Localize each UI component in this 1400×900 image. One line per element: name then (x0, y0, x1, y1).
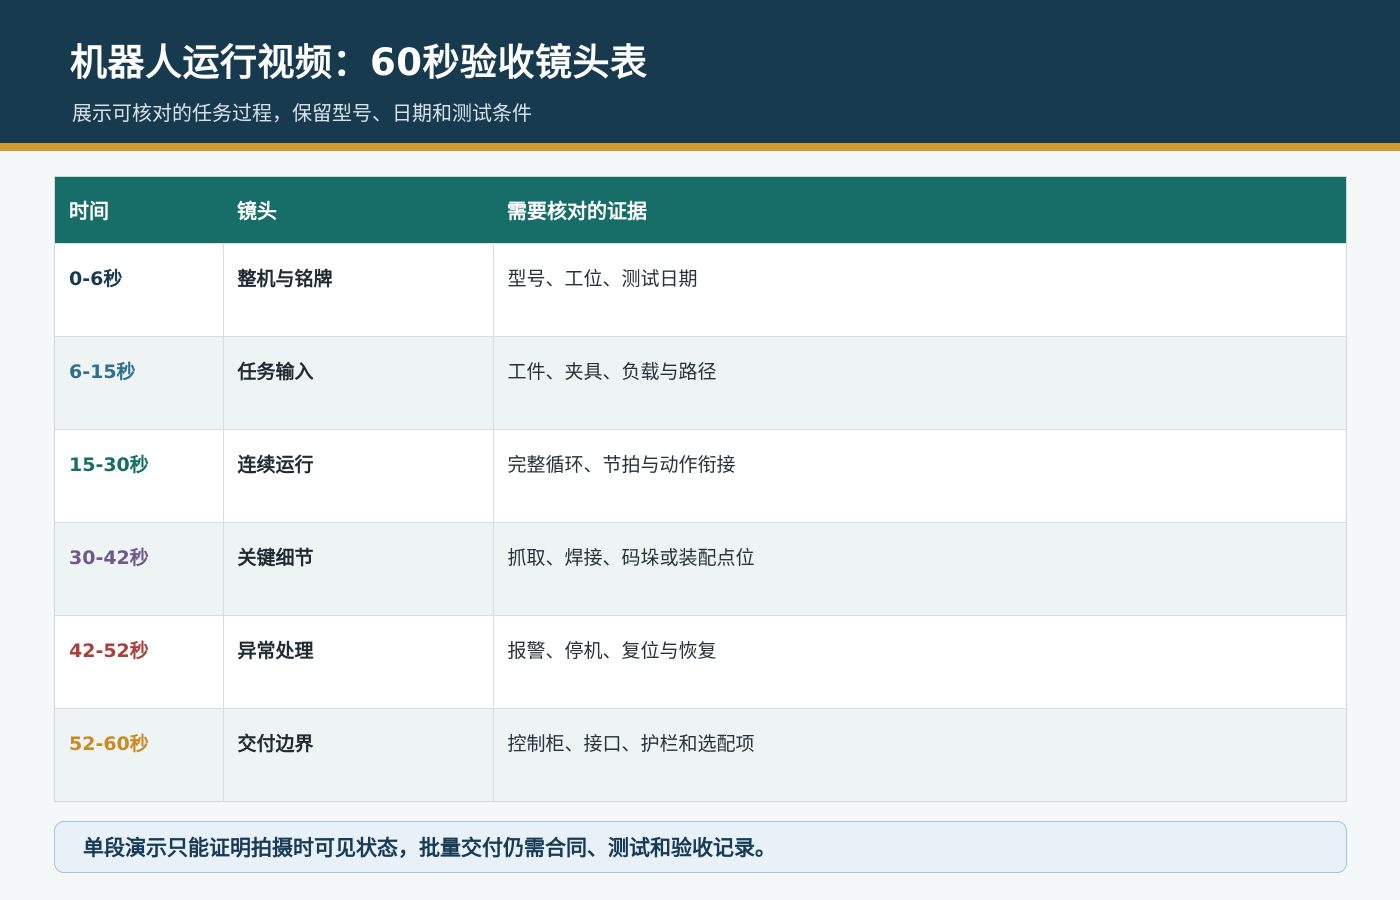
column-header-time: 时间 (69, 199, 109, 224)
accent-divider (0, 143, 1400, 151)
page-title: 机器人运行视频：60秒验收镜头表 (70, 41, 648, 84)
shot-list-table: 时间 镜头 需要核对的证据 0-6秒 整机与铭牌 型号、工位、测试日期 6-15… (54, 176, 1347, 802)
page-subtitle: 展示可核对的任务过程，保留型号、日期和测试条件 (72, 101, 532, 125)
page-header: 机器人运行视频：60秒验收镜头表 展示可核对的任务过程，保留型号、日期和测试条件 (0, 0, 1400, 143)
shot-cell: 交付边界 (222, 707, 493, 801)
evidence-cell: 报警、停机、复位与恢复 (492, 614, 1346, 708)
table-row: 6-15秒 任务输入 工件、夹具、负载与路径 (55, 335, 1346, 429)
time-cell: 0-6秒 (55, 242, 223, 336)
table-header-row: 时间 镜头 需要核对的证据 (55, 177, 1346, 243)
shot-cell: 任务输入 (222, 335, 493, 429)
disclaimer-note: 单段演示只能证明拍摄时可见状态，批量交付仍需合同、测试和验收记录。 (54, 821, 1347, 873)
table-row: 52-60秒 交付边界 控制柜、接口、护栏和选配项 (55, 707, 1346, 801)
time-cell: 15-30秒 (55, 428, 223, 522)
disclaimer-text: 单段演示只能证明拍摄时可见状态，批量交付仍需合同、测试和验收记录。 (83, 836, 776, 860)
time-cell: 30-42秒 (55, 521, 223, 615)
table-row: 0-6秒 整机与铭牌 型号、工位、测试日期 (55, 242, 1346, 336)
evidence-cell: 抓取、焊接、码垛或装配点位 (492, 521, 1346, 615)
evidence-cell: 控制柜、接口、护栏和选配项 (492, 707, 1346, 801)
table-row: 15-30秒 连续运行 完整循环、节拍与动作衔接 (55, 428, 1346, 522)
column-header-shot: 镜头 (237, 199, 277, 224)
column-header-evidence: 需要核对的证据 (507, 199, 647, 224)
time-cell: 6-15秒 (55, 335, 223, 429)
evidence-cell: 型号、工位、测试日期 (492, 242, 1346, 336)
time-cell: 42-52秒 (55, 614, 223, 708)
table-row: 30-42秒 关键细节 抓取、焊接、码垛或装配点位 (55, 521, 1346, 615)
shot-cell: 关键细节 (222, 521, 493, 615)
evidence-cell: 工件、夹具、负载与路径 (492, 335, 1346, 429)
table-row: 42-52秒 异常处理 报警、停机、复位与恢复 (55, 614, 1346, 708)
shot-cell: 连续运行 (222, 428, 493, 522)
shot-cell: 异常处理 (222, 614, 493, 708)
time-cell: 52-60秒 (55, 707, 223, 801)
evidence-cell: 完整循环、节拍与动作衔接 (492, 428, 1346, 522)
shot-cell: 整机与铭牌 (222, 242, 493, 336)
